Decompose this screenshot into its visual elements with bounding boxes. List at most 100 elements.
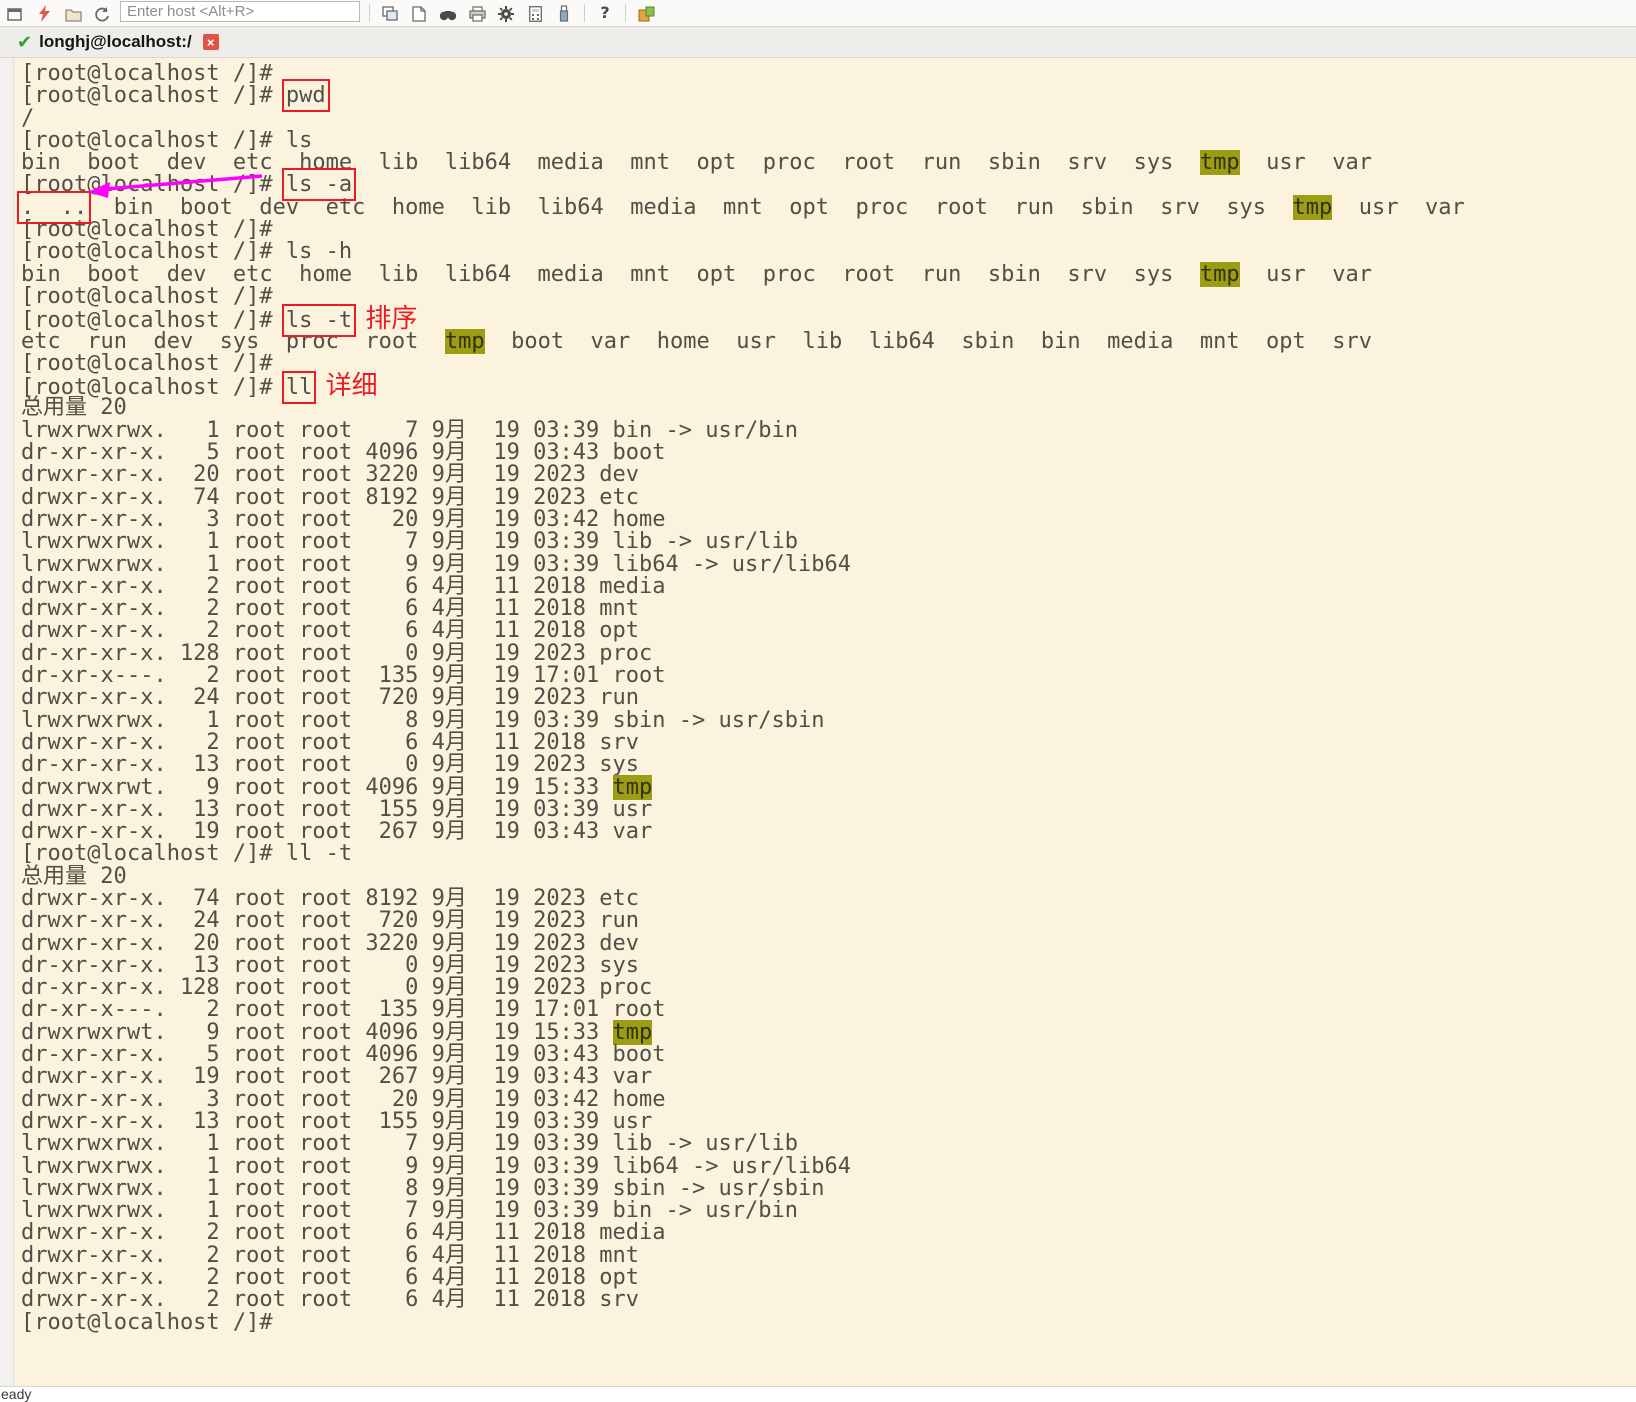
toolbar-separator bbox=[369, 4, 370, 22]
terminal-line: [root@localhost /]# bbox=[21, 217, 1636, 243]
highlighted-entry: tmp bbox=[444, 328, 485, 354]
terminal-line: [root@localhost /]# ls -t 排序 bbox=[21, 304, 1636, 338]
terminal-line: drwxr-xr-x. 2 root root 6 4月 11 2018 mnt bbox=[21, 1242, 1636, 1268]
package-icon[interactable] bbox=[635, 0, 657, 22]
terminal-text: lrwxrwxrwx. 1 root root 7 9月 19 03:39 bi… bbox=[21, 417, 798, 443]
terminal-text: usr var bbox=[1239, 150, 1373, 176]
terminal-line: drwxr-xr-x. 2 root root 6 4月 11 2018 med… bbox=[21, 573, 1636, 599]
status-text: eady bbox=[1, 1386, 32, 1402]
connected-check-icon: ✔ bbox=[17, 31, 33, 53]
terminal-text: drwxr-xr-x. 24 root root 720 9月 19 2023 … bbox=[21, 685, 640, 711]
terminal-text: drwxr-xr-x. 20 root root 3220 9月 19 2023… bbox=[21, 462, 640, 488]
terminal-line: drwxr-xr-x. 24 root root 720 9月 19 2023 … bbox=[21, 910, 1636, 932]
terminal-line: bin boot dev etc home lib lib64 media mn… bbox=[21, 261, 1636, 287]
terminal-text: dr-xr-xr-x. 5 root root 4096 9月 19 03:43… bbox=[21, 440, 666, 466]
terminal-text: lrwxrwxrwx. 1 root root 7 9月 19 03:39 bi… bbox=[21, 1198, 798, 1224]
terminal-text: dr-xr-xr-x. 5 root root 4096 9月 19 03:43… bbox=[21, 1042, 666, 1068]
terminal-text: / bbox=[21, 105, 35, 131]
new-session-icon[interactable] bbox=[4, 0, 26, 22]
terminal-text: drwxr-xr-x. 2 root root 6 4月 11 2018 med… bbox=[21, 1220, 666, 1246]
terminal-line: drwxr-xr-x. 3 root root 20 9月 19 03:42 h… bbox=[21, 1088, 1636, 1111]
terminal-text: drwxrwxrwt. 9 root root 4096 9月 19 15:33 bbox=[21, 774, 613, 800]
terminal-text: drwxr-xr-x. 2 root root 6 4月 11 2018 mnt bbox=[21, 596, 640, 622]
usb-transfer-icon[interactable] bbox=[553, 0, 575, 22]
status-bar: eady bbox=[0, 1386, 1636, 1402]
calculator-icon[interactable] bbox=[524, 0, 546, 22]
settings-icon[interactable] bbox=[495, 0, 517, 22]
terminal-text: drwxr-xr-x. 2 root root 6 4月 11 2018 med… bbox=[21, 573, 666, 599]
highlighted-entry: tmp bbox=[1199, 150, 1240, 176]
terminal-line: lrwxrwxrwx. 1 root root 7 9月 19 03:39 bi… bbox=[21, 1198, 1636, 1224]
red-annotation-box: pwd bbox=[281, 79, 330, 113]
red-annotation-box: ls -a bbox=[281, 168, 357, 202]
toolbar-separator bbox=[584, 4, 585, 22]
terminal-text: lrwxrwxrwx. 1 root root 7 9月 19 03:39 li… bbox=[21, 1131, 798, 1157]
terminal-line: [root@localhost /]# bbox=[21, 1309, 1636, 1335]
terminal-line: drwxr-xr-x. 13 root root 155 9月 19 03:39… bbox=[21, 1108, 1636, 1134]
session-tab[interactable]: ✔ longhj@localhost:/ × bbox=[8, 27, 228, 57]
terminal-text: drwxr-xr-x. 20 root root 3220 9月 19 2023… bbox=[21, 930, 640, 956]
terminal-text: drwxrwxrwt. 9 root root 4096 9月 19 15:33 bbox=[21, 1019, 613, 1045]
terminal-line: drwxr-xr-x. 2 root root 6 4月 11 2018 opt bbox=[21, 620, 1636, 642]
terminal-line: dr-xr-x---. 2 root root 135 9月 19 17:01 … bbox=[21, 999, 1636, 1021]
terminal-line: dr-xr-xr-x. 5 root root 4096 9月 19 03:43… bbox=[21, 440, 1636, 466]
terminal-text: drwxr-xr-x. 74 root root 8192 9月 19 2023… bbox=[21, 885, 640, 911]
terminal-line: dr-xr-xr-x. 13 root root 0 9月 19 2023 sy… bbox=[21, 754, 1636, 776]
terminal-line: lrwxrwxrwx. 1 root root 9 9月 19 03:39 li… bbox=[21, 551, 1636, 577]
terminal-line: lrwxrwxrwx. 1 root root 7 9月 19 03:39 li… bbox=[21, 1133, 1636, 1155]
duplicate-session-icon[interactable] bbox=[379, 0, 401, 22]
new-file-icon[interactable] bbox=[408, 0, 430, 22]
terminal-text: drwxr-xr-x. 19 root root 267 9月 19 03:43… bbox=[21, 1064, 653, 1090]
terminal-text: 总用量 20 bbox=[21, 395, 127, 421]
terminal-text: bin boot dev etc home lib lib64 media mn… bbox=[87, 194, 1293, 220]
terminal-line: drwxr-xr-x. 20 root root 3220 9月 19 2023… bbox=[21, 464, 1636, 486]
terminal-line: drwxr-xr-x. 24 root root 720 9月 19 2023 … bbox=[21, 687, 1636, 709]
print-icon[interactable] bbox=[466, 0, 488, 22]
terminal-line: dr-xr-x---. 2 root root 135 9月 19 17:01 … bbox=[21, 664, 1636, 687]
terminal-text: [root@localhost /]# bbox=[21, 83, 286, 109]
terminal-line: lrwxrwxrwx. 1 root root 8 9月 19 03:39 sb… bbox=[21, 1175, 1636, 1201]
highlighted-entry: tmp bbox=[1292, 194, 1333, 220]
terminal-text: usr var bbox=[1332, 194, 1465, 220]
terminal-text: dr-xr-xr-x. 13 root root 0 9月 19 2023 sy… bbox=[21, 952, 640, 978]
help-icon[interactable]: ? bbox=[594, 0, 616, 22]
terminal-line: drwxr-xr-x. 19 root root 267 9月 19 03:43… bbox=[21, 820, 1636, 843]
tab-close-icon[interactable]: × bbox=[202, 34, 219, 50]
terminal-text: lrwxrwxrwx. 1 root root 9 9月 19 03:39 li… bbox=[21, 551, 851, 577]
terminal-text: drwxr-xr-x. 2 root root 6 4月 11 2018 opt bbox=[21, 618, 640, 644]
terminal-line: drwxrwxrwt. 9 root root 4096 9月 19 15:33… bbox=[21, 774, 1636, 800]
terminal-line: dr-xr-xr-x. 5 root root 4096 9月 19 03:43… bbox=[21, 1042, 1636, 1068]
terminal-text: bin boot dev etc home lib lib64 media mn… bbox=[21, 261, 1200, 287]
terminal-text: lrwxrwxrwx. 1 root root 9 9月 19 03:39 li… bbox=[21, 1153, 851, 1179]
terminal-text: drwxr-xr-x. 13 root root 155 9月 19 03:39… bbox=[21, 1108, 653, 1134]
left-gutter bbox=[0, 58, 14, 1386]
terminal-line: [root@localhost /]# pwd bbox=[21, 79, 1636, 113]
terminal-text: drwxr-xr-x. 74 root root 8192 9月 19 2023… bbox=[21, 484, 640, 510]
terminal-line: drwxr-xr-x. 2 root root 6 4月 11 2018 srv bbox=[21, 1289, 1636, 1311]
open-folder-icon[interactable] bbox=[62, 0, 84, 22]
host-input[interactable] bbox=[120, 1, 360, 22]
terminal-text: drwxr-xr-x. 2 root root 6 4月 11 2018 opt bbox=[21, 1265, 640, 1291]
terminal-text: [root@localhost /]# bbox=[21, 1309, 273, 1335]
connect-icon[interactable] bbox=[33, 0, 55, 22]
terminal-text: [root@localhost /]# ll -t bbox=[21, 841, 353, 867]
terminal-text: lrwxrwxrwx. 1 root root 8 9月 19 03:39 sb… bbox=[21, 1175, 825, 1201]
terminal-line: drwxr-xr-x. 20 root root 3220 9月 19 2023… bbox=[21, 930, 1636, 956]
terminal-text: [root@localhost /]# bbox=[21, 350, 273, 376]
terminal-line: [root@localhost /]# ls -h bbox=[21, 241, 1636, 263]
terminal-line: drwxr-xr-x. 3 root root 20 9月 19 03:42 h… bbox=[21, 506, 1636, 532]
reconnect-icon[interactable] bbox=[91, 0, 113, 22]
find-icon[interactable] bbox=[437, 0, 459, 22]
terminal-line: [root@localhost /]# ls -a bbox=[21, 168, 1636, 202]
terminal-text: drwxr-xr-x. 3 root root 20 9月 19 03:42 h… bbox=[21, 506, 666, 532]
terminal-output[interactable]: [root@localhost /]# [root@localhost /]# p… bbox=[14, 58, 1636, 1386]
terminal-line: 总用量 20 bbox=[21, 865, 1636, 888]
terminal-text: [root@localhost /]# bbox=[21, 217, 273, 243]
terminal-text: boot var home usr lib lib64 sbin bin med… bbox=[484, 328, 1373, 354]
terminal-line: drwxr-xr-x. 2 root root 6 4月 11 2018 med… bbox=[21, 1222, 1636, 1244]
terminal-text: [root@localhost /]# ls bbox=[21, 127, 313, 153]
terminal-text: drwxr-xr-x. 2 root root 6 4月 11 2018 mnt bbox=[21, 1242, 640, 1268]
terminal-line: lrwxrwxrwx. 1 root root 8 9月 19 03:39 sb… bbox=[21, 709, 1636, 732]
terminal-line: . .. bin boot dev etc home lib lib64 med… bbox=[16, 190, 1636, 224]
terminal-line: dr-xr-xr-x. 128 root root 0 9月 19 2023 p… bbox=[21, 642, 1636, 665]
